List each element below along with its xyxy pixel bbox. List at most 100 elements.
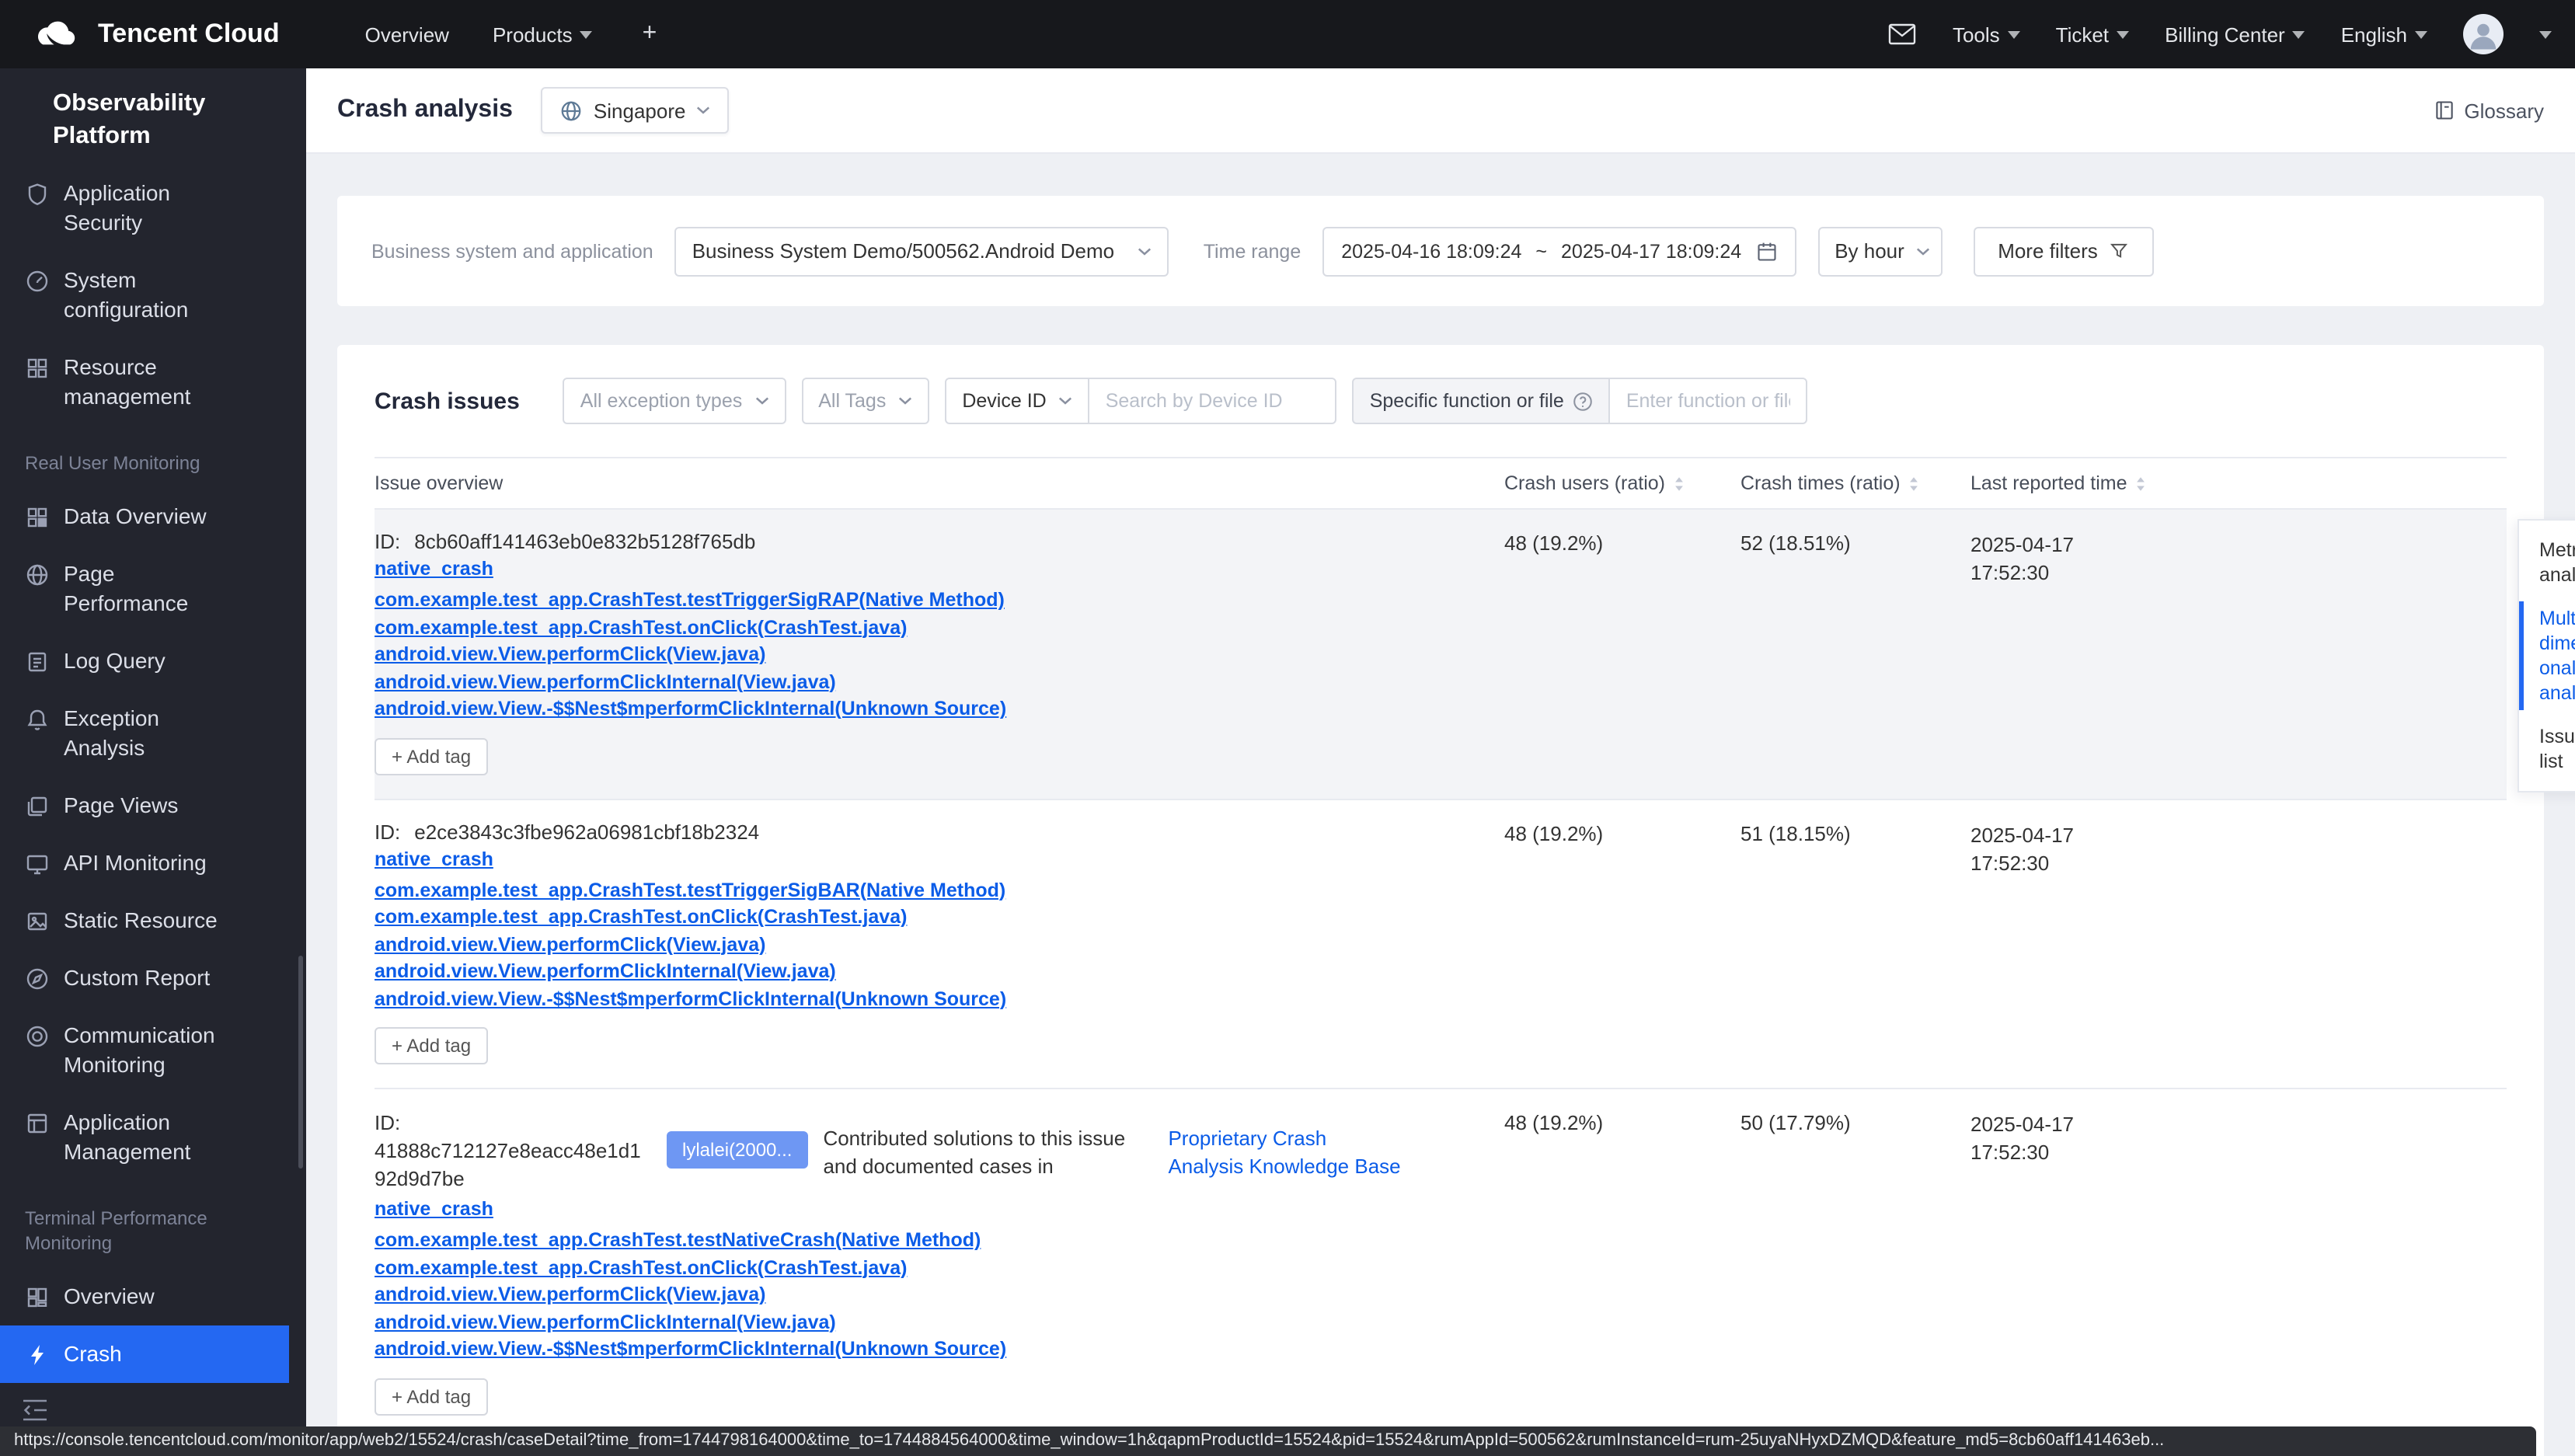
gauge-icon — [25, 269, 50, 294]
sidebar-item-crash[interactable]: Crash — [0, 1325, 289, 1383]
col-last-reported[interactable]: Last reported time — [1970, 472, 2507, 494]
tags-select[interactable]: All Tags — [801, 378, 930, 424]
stack-frame-link[interactable]: android.view.View.performClickInternal(V… — [375, 959, 836, 986]
sidebar-item-label: Communication Monitoring — [64, 1022, 215, 1077]
function-filter-input[interactable] — [1608, 378, 1808, 424]
anchor-panel: Metric analysisMulti-dimensional analysi… — [2518, 519, 2575, 792]
topnav-billing-center[interactable]: Billing Center — [2165, 23, 2305, 46]
issue-row[interactable]: ID: 8cb60aff141463eb0e832b5128f765db nativ… — [375, 510, 2507, 799]
add-tag-button[interactable]: + Add tag — [375, 737, 489, 775]
stack-frame-link[interactable]: android.view.View.-$$Nest$mperformClickI… — [375, 1336, 1006, 1364]
device-id-search-input[interactable] — [1088, 378, 1337, 424]
issue-overview-cell: ID: e2ce3843c3fbe962a06981cbf18b2324 nativ… — [375, 820, 1504, 1064]
knowledge-base-link[interactable]: Proprietary Crash Analysis Knowledge Bas… — [1168, 1125, 1404, 1179]
sidebar-item-log-query[interactable]: Log Query — [0, 632, 306, 690]
crash-type-link[interactable]: native_crash — [375, 558, 493, 580]
sidebar-item-custom-report[interactable]: Custom Report — [0, 949, 306, 1007]
business-system-select[interactable]: Business System Demo/500562.Android Demo — [674, 226, 1169, 276]
user-avatar[interactable] — [2463, 14, 2504, 54]
topnav-tools[interactable]: Tools — [1953, 23, 2020, 46]
add-tag-button[interactable]: + Add tag — [375, 1378, 489, 1415]
sidebar-item-page-performance[interactable]: Page Performance — [0, 545, 306, 632]
topnav-ticket[interactable]: Ticket — [2056, 23, 2130, 46]
topnav-products[interactable]: Products — [493, 23, 593, 46]
col-crash-times[interactable]: Crash times (ratio) — [1740, 472, 1970, 494]
stack-frame-link[interactable]: android.view.View.performClick(View.java… — [375, 1282, 765, 1309]
issue-tag-badge[interactable]: lylalei(2000... — [667, 1131, 808, 1169]
granularity-select[interactable]: By hour — [1817, 226, 1943, 276]
stack-frame-link[interactable]: com.example.test_app.CrashTest.testTrigg… — [375, 587, 1005, 615]
sidebar-item-api-monitoring[interactable]: API Monitoring — [0, 834, 306, 892]
stack-frame-link[interactable]: com.example.test_app.CrashTest.testNativ… — [375, 1228, 981, 1255]
main-content: Crash analysis Singapore Glossary Busine… — [306, 68, 2575, 1456]
page-header: Crash analysis Singapore Glossary — [306, 68, 2575, 154]
topnav-billing-label: Billing Center — [2165, 23, 2285, 46]
stack-frame-link[interactable]: android.view.View.performClick(View.java… — [375, 642, 765, 669]
stack-frame-link[interactable]: android.view.View.-$$Nest$mperformClickI… — [375, 986, 1006, 1013]
stack-frame-link[interactable]: android.view.View.-$$Nest$mperformClickI… — [375, 696, 1006, 723]
stack-frame-link[interactable]: com.example.test_app.CrashTest.testTrigg… — [375, 877, 1005, 904]
crash-type-link[interactable]: native_crash — [375, 848, 493, 869]
sidebar-item-exception-analysis[interactable]: Exception Analysis — [0, 690, 306, 777]
col-crash-users[interactable]: Crash users (ratio) — [1504, 472, 1740, 494]
sidebar-item-communication-monitoring[interactable]: Communication Monitoring — [0, 1007, 306, 1094]
anchor-metric-analysis[interactable]: Metric analysis — [2519, 528, 2575, 597]
sort-icon[interactable] — [2135, 475, 2146, 492]
exception-type-select[interactable]: All exception types — [563, 378, 786, 424]
sidebar-item-page-views[interactable]: Page Views — [0, 777, 306, 834]
mail-icon[interactable] — [1889, 23, 1917, 45]
crash-icon — [25, 1343, 50, 1367]
sidebar-scrollbar[interactable] — [298, 956, 303, 1169]
sidebar-item-data-overview[interactable]: Data Overview — [0, 488, 306, 545]
topnav-language[interactable]: English — [2341, 23, 2427, 46]
sidebar-item-resource-management[interactable]: Resource management — [0, 339, 306, 426]
sidebar-item-application-management[interactable]: Application Management — [0, 1094, 306, 1181]
stack-frame-link[interactable]: android.view.View.performClickInternal(V… — [375, 669, 836, 696]
add-tag-button[interactable]: + Add tag — [375, 1027, 489, 1064]
topnav-overview[interactable]: Overview — [365, 23, 449, 46]
topnav-add-button[interactable]: + — [643, 20, 657, 48]
stack-frame-link[interactable]: com.example.test_app.CrashTest.onClick(C… — [375, 904, 907, 932]
crash-times-cell: 52 (18.51%) — [1740, 531, 1851, 555]
sidebar-item-label: Application Security — [64, 180, 170, 235]
sidebar-item-label: Log Query — [64, 648, 166, 673]
chevron-down-icon — [754, 396, 768, 406]
stack-frame-link[interactable]: com.example.test_app.CrashTest.onClick(C… — [375, 1255, 907, 1282]
device-id-select[interactable]: Device ID — [945, 378, 1090, 424]
issue-row[interactable]: ID: e2ce3843c3fbe962a06981cbf18b2324 nativ… — [375, 799, 2507, 1089]
topnav-language-label: English — [2340, 23, 2407, 46]
account-chevron-down-icon[interactable] — [2539, 30, 2552, 38]
sidebar-item-static-resource[interactable]: Static Resource — [0, 892, 306, 949]
chevron-down-icon — [2007, 30, 2020, 38]
issue-overview-cell: ID: 41888c712127e8eacc48e1d192d9d7be lyla… — [375, 1109, 1504, 1415]
business-system-value: Business System Demo/500562.Android Demo — [692, 239, 1115, 263]
stack-frame-link[interactable]: android.view.View.performClickInternal(V… — [375, 1309, 836, 1336]
anchor-multi-dimensional-analysis[interactable]: Multi-dimensional analysis — [2519, 597, 2575, 715]
sort-icon[interactable] — [1908, 475, 1919, 492]
sidebar-item-system-configuration[interactable]: System configuration — [0, 252, 306, 339]
help-icon[interactable] — [1573, 391, 1594, 411]
stack-frame-link[interactable]: com.example.test_app.CrashTest.onClick(C… — [375, 615, 907, 642]
sidebar-item-overview[interactable]: Overview — [0, 1268, 306, 1325]
sidebar-item-application-security[interactable]: Application Security — [0, 165, 306, 252]
last-reported-cell: 2025-04-17 17:52:30 — [1970, 533, 2074, 584]
crash-users-cell: 48 (19.2%) — [1504, 821, 1604, 845]
region-select[interactable]: Singapore — [540, 87, 730, 134]
grid-icon — [25, 356, 50, 381]
crash-type-link[interactable]: native_crash — [375, 1198, 493, 1220]
sort-icon[interactable] — [1673, 475, 1684, 492]
topbar-left: Tencent Cloud Overview Products + — [0, 16, 657, 52]
more-filters-button[interactable]: More filters — [1973, 226, 2154, 276]
globe-icon — [25, 563, 50, 587]
glossary-button[interactable]: Glossary — [2433, 99, 2544, 122]
device-search-group: Device ID — [945, 378, 1337, 424]
crash-issues-card: Crash issues All exception types All Tag… — [337, 345, 2544, 1456]
time-range-picker[interactable]: 2025-04-16 18:09:24 ~ 2025-04-17 18:09:2… — [1322, 226, 1796, 276]
anchor-issue-list[interactable]: Issue list — [2519, 715, 2575, 783]
function-filter-toggle[interactable]: Specific function or file — [1352, 378, 1611, 424]
stack-frame-link[interactable]: android.view.View.performClick(View.java… — [375, 932, 765, 959]
issue-row[interactable]: ID: 41888c712127e8eacc48e1d192d9d7be lyla… — [375, 1089, 2507, 1440]
compass-icon — [25, 967, 50, 991]
collapse-sidebar-icon[interactable] — [22, 1399, 48, 1422]
time-separator: ~ — [1535, 240, 1548, 262]
